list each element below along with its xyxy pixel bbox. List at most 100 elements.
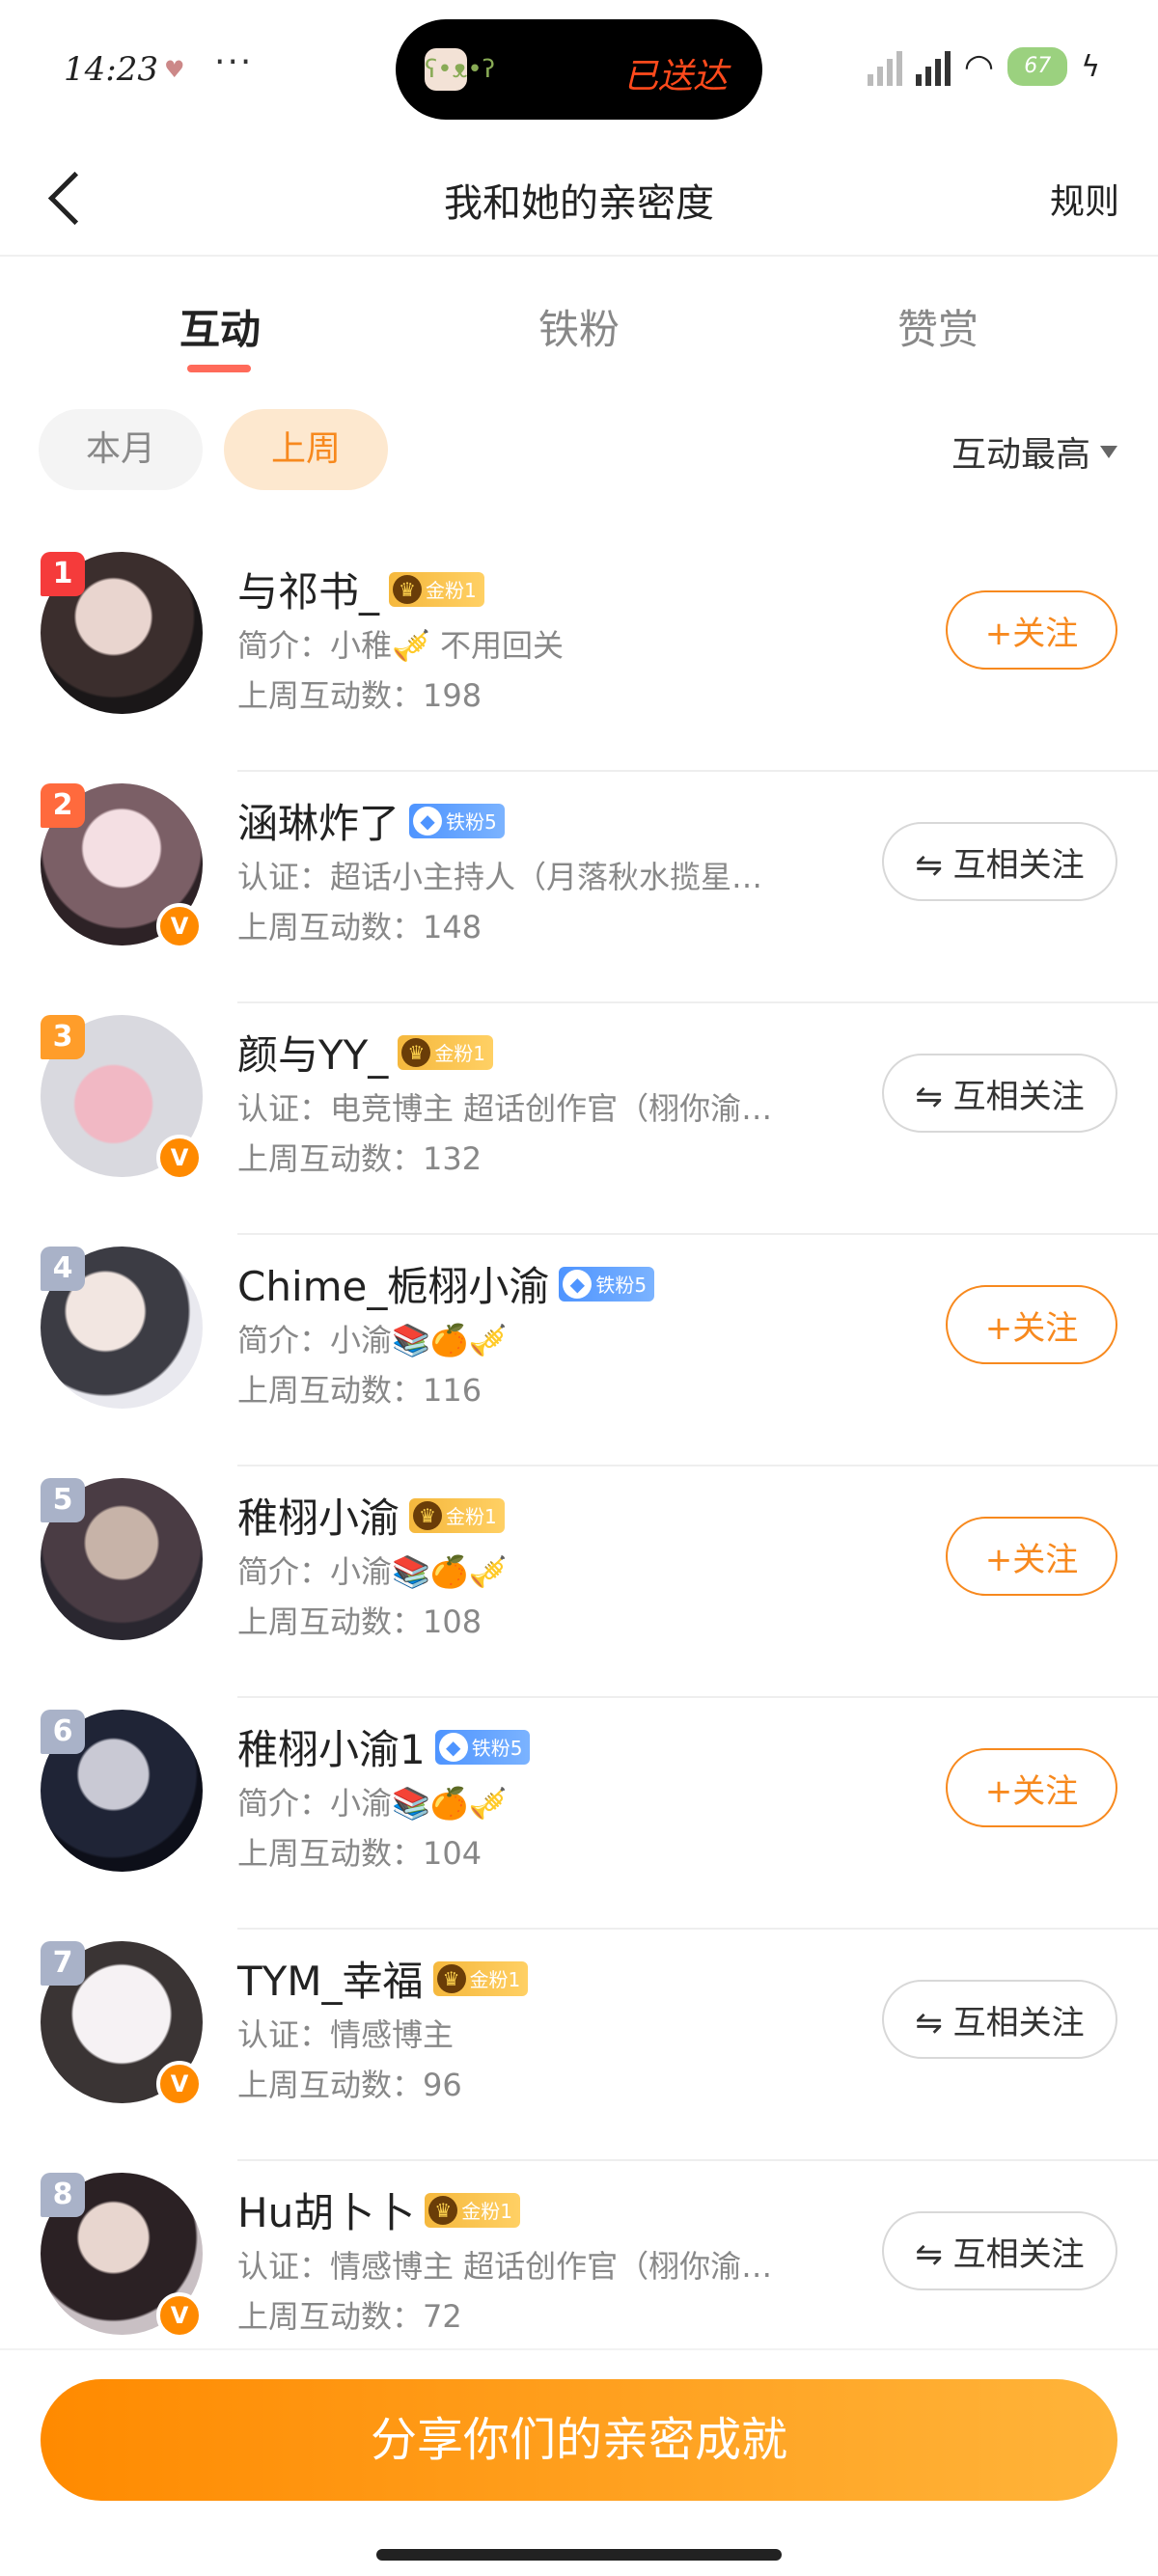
rank-badge: 1 <box>41 552 85 596</box>
crown-icon: ♛ <box>401 1037 431 1067</box>
user-description: 认证：情感博主 超话创作官（栩你渝… <box>237 2248 773 2285</box>
mutual-follow-button[interactable]: ⇋ 互相关注 <box>882 1980 1117 2059</box>
bottom-bar: 分享你们的亲密成就 <box>0 2348 1158 2576</box>
crown-icon: ♛ <box>413 1500 443 1530</box>
interaction-count: 上周互动数：108 <box>237 1603 482 1640</box>
user-description: 简介：小稚🎺 不用回关 <box>237 627 565 664</box>
fan-badge-label: 铁粉5 <box>471 1737 523 1760</box>
name-line: 涵琳炸了 ◆ 铁粉5 <box>237 791 505 850</box>
name-line: 稚栩小渝 ♛ 金粉1 <box>237 1486 505 1545</box>
user-name[interactable]: 稚栩小渝1 <box>237 1717 426 1776</box>
user-description: 认证：超话小主持人（月落秋水揽星… <box>237 859 763 895</box>
list-item[interactable]: 5 稚栩小渝 ♛ 金粉1 简介：小渝📚🍊🎺 上周互动数：108 +关注 <box>0 1466 1158 1698</box>
tab-underline <box>187 365 251 372</box>
interaction-count: 上周互动数：132 <box>237 1140 482 1177</box>
sort-label: 互动最高 <box>951 435 1090 475</box>
name-line: 稚栩小渝1 ◆ 铁粉5 <box>237 1717 531 1776</box>
tab-interaction[interactable]: 互动 <box>124 297 317 356</box>
filter-last-week[interactable]: 上周 <box>224 409 388 490</box>
name-line: 颜与YY_ ♛ 金粉1 <box>237 1023 494 1082</box>
signal-icon-dim <box>867 47 902 86</box>
share-button[interactable]: 分享你们的亲密成就 <box>41 2379 1117 2501</box>
list-item[interactable]: 1 与祁书_ ♛ 金粉1 简介：小稚🎺 不用回关 上周互动数：198 +关注 <box>0 540 1158 772</box>
user-name[interactable]: TYM_幸福 <box>237 1949 424 2008</box>
home-indicator[interactable] <box>376 2549 782 2561</box>
more-notifications-icon: ··· <box>214 42 254 82</box>
filter-bar: 本月 上周 互动最高 <box>0 405 1158 492</box>
list-item[interactable]: 6 稚栩小渝1 ◆ 铁粉5 简介：小渝📚🍊🎺 上周互动数：104 +关注 <box>0 1698 1158 1930</box>
follow-button[interactable]: +关注 <box>946 1285 1117 1364</box>
sort-dropdown[interactable]: 互动最高 <box>951 426 1117 477</box>
fan-badge-label: 金粉1 <box>446 1505 497 1528</box>
status-right: ◠ 67 ϟ <box>867 42 1100 91</box>
dynamic-island[interactable]: ʕ•ᴥ•ʔ 已送达 <box>396 19 762 120</box>
interaction-count: 上周互动数：148 <box>237 909 482 945</box>
status-bar: 14:23 ♥ ··· ʕ•ᴥ•ʔ 已送达 ◠ 67 ϟ <box>0 0 1158 145</box>
verified-icon: V <box>156 903 203 949</box>
diamond-icon: ◆ <box>563 1269 593 1299</box>
fan-badge-label: 铁粉5 <box>595 1274 648 1297</box>
rules-link[interactable]: 规则 <box>1050 174 1119 224</box>
name-line: 与祁书_ ♛ 金粉1 <box>237 560 484 618</box>
fan-badge-label: 金粉1 <box>469 1968 521 1991</box>
diamond-icon: ◆ <box>413 806 443 836</box>
list-item[interactable]: 7 V TYM_幸福 ♛ 金粉1 认证：情感博主 上周互动数：96 ⇋ 互相关注 <box>0 1930 1158 2161</box>
verified-icon: V <box>156 2061 203 2107</box>
user-list: 1 与祁书_ ♛ 金粉1 简介：小稚🎺 不用回关 上周互动数：198 +关注 2 V 涵琳炸了 ◆ 铁… <box>0 540 1158 2393</box>
user-description: 认证：电竞博主 超话创作官（栩你渝… <box>237 1090 773 1127</box>
mutual-follow-button[interactable]: ⇋ 互相关注 <box>882 1054 1117 1133</box>
rank-badge: 5 <box>41 1478 85 1522</box>
list-item[interactable]: 4 Chime_栀栩小渝 ◆ 铁粉5 简介：小渝📚🍊🎺 上周互动数：116 +关注 <box>0 1235 1158 1466</box>
tab-iron-fans[interactable]: 铁粉 <box>482 297 676 356</box>
nav-bar: 我和她的亲密度 规则 <box>0 145 1158 257</box>
user-name[interactable]: 与祁书_ <box>237 560 379 618</box>
fan-badge: ♛ 金粉1 <box>398 1034 494 1070</box>
user-description: 简介：小渝📚🍊🎺 <box>237 1785 508 1822</box>
fan-badge: ♛ 金粉1 <box>432 1960 529 1996</box>
list-item[interactable]: 2 V 涵琳炸了 ◆ 铁粉5 认证：超话小主持人（月落秋水揽星… 上周互动数：148 ⇋ 互相… <box>0 772 1158 1003</box>
charging-icon: ϟ <box>1081 49 1100 84</box>
interaction-count: 上周互动数：72 <box>237 2298 462 2335</box>
bear-icon: ʕ•ᴥ•ʔ <box>425 48 495 91</box>
user-name[interactable]: 稚栩小渝 <box>237 1486 400 1545</box>
crown-icon: ♛ <box>393 574 423 604</box>
name-line: TYM_幸福 ♛ 金粉1 <box>237 1949 529 2008</box>
tab-bar: 互动 铁粉 赞赏 <box>0 289 1158 386</box>
mutual-follow-button[interactable]: ⇋ 互相关注 <box>882 2211 1117 2290</box>
user-description: 简介：小渝📚🍊🎺 <box>237 1322 508 1358</box>
user-name[interactable]: 涵琳炸了 <box>237 791 400 850</box>
crown-icon: ♛ <box>436 1963 466 1993</box>
follow-button[interactable]: +关注 <box>946 1517 1117 1596</box>
battery-icon: 67 <box>1007 47 1068 86</box>
notification-icon: ♥ <box>164 56 185 83</box>
signal-icon <box>915 47 951 86</box>
fan-badge: ◆ 铁粉5 <box>559 1266 655 1302</box>
fan-badge: ♛ 金粉1 <box>389 571 484 607</box>
name-line: Chime_栀栩小渝 ◆ 铁粉5 <box>237 1254 655 1313</box>
follow-button[interactable]: +关注 <box>946 590 1117 670</box>
follow-button[interactable]: +关注 <box>946 1748 1117 1827</box>
rank-badge: 6 <box>41 1710 85 1754</box>
tab-rewards[interactable]: 赞赏 <box>841 297 1034 356</box>
crown-icon: ♛ <box>428 2195 458 2225</box>
fan-badge: ◆ 铁粉5 <box>409 803 505 838</box>
fan-badge: ◆ 铁粉5 <box>434 1729 531 1765</box>
fan-badge-label: 铁粉5 <box>446 810 497 834</box>
interaction-count: 上周互动数：116 <box>237 1372 482 1409</box>
caret-down-icon <box>1100 445 1117 458</box>
interaction-count: 上周互动数：96 <box>237 2067 462 2103</box>
rank-badge: 3 <box>41 1015 85 1059</box>
filter-this-month[interactable]: 本月 <box>39 409 203 490</box>
user-name[interactable]: Hu胡卜卜 <box>237 2180 415 2239</box>
list-item[interactable]: 3 V 颜与YY_ ♛ 金粉1 认证：电竞博主 超话创作官（栩你渝… 上周互动数：132 ⇋ … <box>0 1003 1158 1235</box>
user-name[interactable]: 颜与YY_ <box>237 1023 388 1082</box>
rank-badge: 7 <box>41 1941 85 1986</box>
interaction-count: 上周互动数：198 <box>237 677 482 714</box>
mutual-follow-button[interactable]: ⇋ 互相关注 <box>882 822 1117 901</box>
fan-badge: ♛ 金粉1 <box>409 1497 505 1533</box>
user-name[interactable]: Chime_栀栩小渝 <box>237 1254 549 1313</box>
wifi-icon: ◠ <box>963 46 995 87</box>
name-line: Hu胡卜卜 ♛ 金粉1 <box>237 2180 520 2239</box>
interaction-count: 上周互动数：104 <box>237 1835 482 1872</box>
fan-badge-label: 金粉1 <box>461 2200 512 2223</box>
